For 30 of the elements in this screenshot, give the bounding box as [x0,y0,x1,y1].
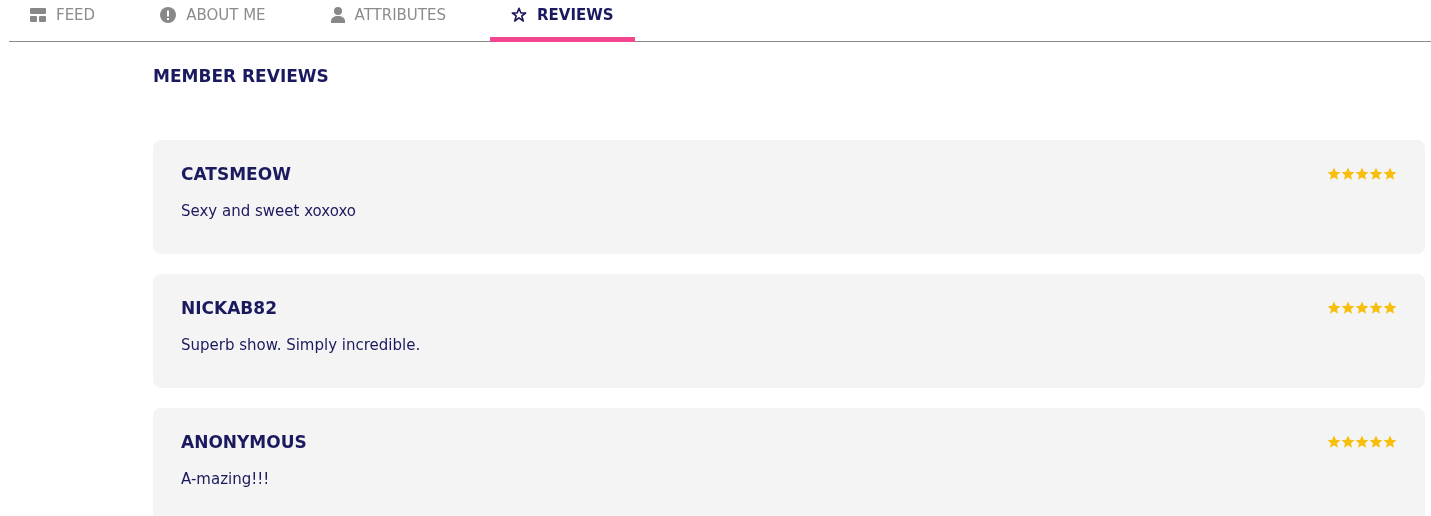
grid-icon [30,7,46,22]
star-icon [1355,435,1369,449]
star-icon [1369,301,1383,315]
reviewer-name: ANONYMOUS [181,432,307,452]
star-icon [1355,301,1369,315]
star-icon [1327,301,1341,315]
tab[interactable]: ABOUT ME [139,0,287,42]
star-icon [1383,167,1397,181]
person-icon [330,6,345,23]
star-icon [1327,435,1341,449]
review-text: Sexy and sweet xoxoxo [181,202,358,220]
reviewer-name: CATSMEOW [181,164,291,184]
star-icon [1327,167,1341,181]
tab[interactable]: FEED [9,0,117,42]
star-icon [1383,435,1397,449]
star-icon [1341,167,1355,181]
star-icon [511,6,527,23]
star-icon [1369,167,1383,181]
review-text: Superb show. Simply incredible. [181,336,422,354]
tab[interactable]: REVIEWS [490,0,635,42]
section-heading: MEMBER REVIEWS [153,66,330,86]
review-text: A-mazing!!! [181,470,271,488]
info-icon [160,6,177,23]
star-icon [1355,167,1369,181]
tab[interactable]: ATTRIBUTES [309,0,467,42]
star-icon [1341,301,1355,315]
star-icon [1369,435,1383,449]
star-icon [1341,435,1355,449]
star-icon [1383,301,1397,315]
reviewer-name: NICKAB82 [181,298,277,318]
